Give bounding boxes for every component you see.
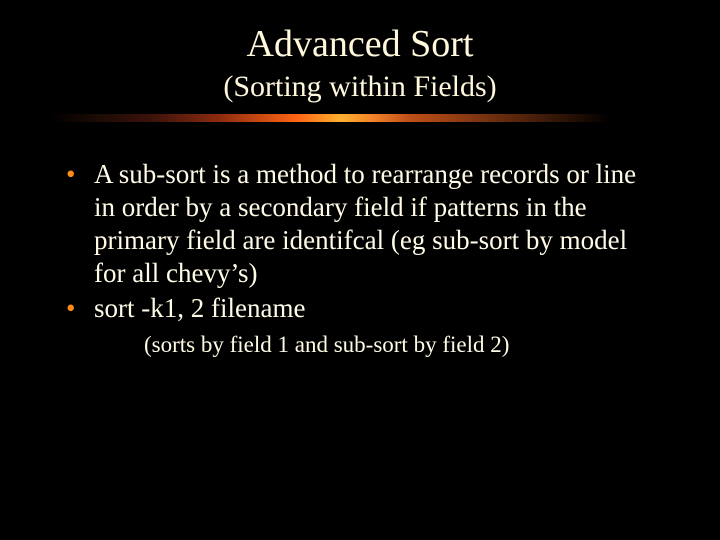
sub-note: (sorts by field 1 and sub-sort by field … [144,331,660,360]
slide-title: Advanced Sort [60,20,660,66]
list-item: A sub-sort is a method to rearrange reco… [60,158,650,290]
divider-rule [50,114,610,122]
bullet-list: A sub-sort is a method to rearrange reco… [60,158,660,325]
list-item: sort -k1, 2 filename [60,292,650,325]
slide: Advanced Sort (Sorting within Fields) A … [0,0,720,540]
slide-subtitle: (Sorting within Fields) [60,70,660,104]
